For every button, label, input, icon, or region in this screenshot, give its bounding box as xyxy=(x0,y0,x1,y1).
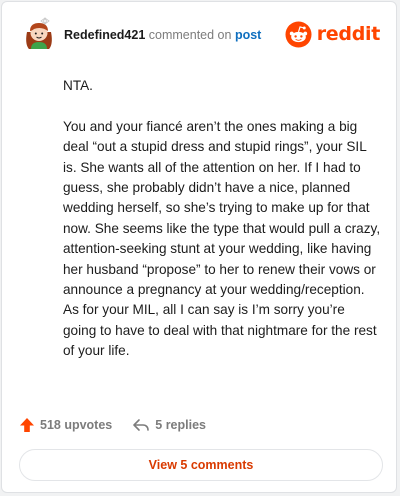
comment-card: Redefined421 commented on post reddit NT… xyxy=(1,1,397,493)
reply-arrow-icon xyxy=(133,419,150,431)
post-link[interactable]: post xyxy=(235,28,261,42)
view-comments-button[interactable]: View 5 comments xyxy=(19,449,383,481)
comment-body: NTA. You and your fiancé aren’t the ones… xyxy=(63,76,381,362)
replies-button[interactable]: 5 replies xyxy=(132,417,206,433)
upvote-arrow-icon xyxy=(20,418,34,432)
comment-paragraph: NTA. xyxy=(63,78,93,93)
comment-paragraph: You and your fiancé aren’t the ones maki… xyxy=(63,118,381,359)
cartoon-avatar-icon xyxy=(26,17,52,49)
username-link[interactable]: Redefined421 xyxy=(64,28,145,42)
comment-actions: 518 upvotes 5 replies xyxy=(19,414,206,436)
user-avatar[interactable] xyxy=(22,16,56,52)
comment-header: Redefined421 commented on post reddit xyxy=(22,16,380,52)
reddit-wordmark: reddit xyxy=(316,23,381,45)
comment-meta: Redefined421 commented on post xyxy=(64,28,261,42)
reddit-snoo-icon xyxy=(285,20,312,48)
upvote-button[interactable]: 518 upvotes xyxy=(19,417,112,433)
upvotes-count: 518 upvotes xyxy=(40,418,113,432)
reddit-logo[interactable]: reddit xyxy=(285,20,380,48)
action-text: commented on xyxy=(148,28,232,42)
replies-count: 5 replies xyxy=(155,418,206,432)
